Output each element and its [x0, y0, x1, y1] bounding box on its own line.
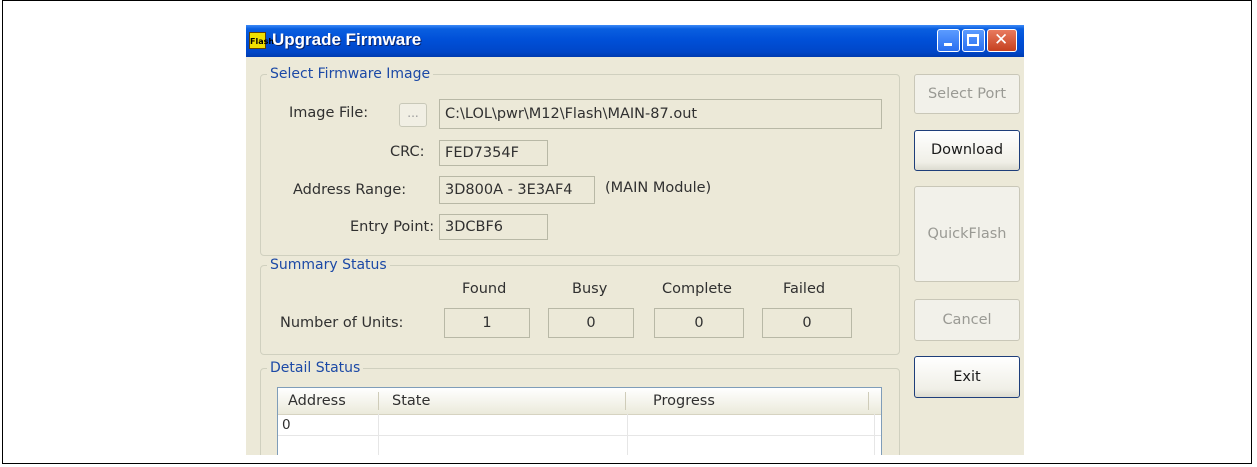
failed-count: 0	[762, 308, 852, 338]
column-divider[interactable]	[868, 392, 869, 410]
state-column-header[interactable]: State	[382, 388, 627, 414]
progress-cell	[627, 415, 874, 435]
crc-label: CRC:	[390, 144, 425, 160]
close-icon: ✕	[994, 30, 1009, 50]
address-column-header[interactable]: Address	[278, 388, 378, 414]
entry-point-field: 3DCBF6	[439, 214, 548, 240]
screenshot-frame: Flash Upgrade Firmware ✕ Select Firmware…	[2, 0, 1252, 464]
close-button[interactable]: ✕	[987, 29, 1017, 52]
image-file-path-field[interactable]: C:\LOL\pwr\M12\Flash\MAIN-87.out	[439, 99, 882, 129]
list-item[interactable]: 0	[278, 415, 881, 435]
module-note: (MAIN Module)	[605, 180, 712, 196]
found-column-header: Found	[462, 281, 507, 297]
minimize-button[interactable]	[937, 29, 960, 52]
detail-status-list[interactable]: Address State Progress 0	[277, 387, 882, 455]
busy-column-header: Busy	[572, 281, 608, 297]
image-file-label: Image File:	[289, 105, 369, 121]
group-label-select-firmware-image: Select Firmware Image	[267, 66, 434, 82]
failed-column-header: Failed	[783, 281, 826, 297]
column-divider[interactable]	[378, 392, 379, 410]
address-range-field: 3D800A - 3E3AF4	[439, 176, 595, 204]
flash-app-icon: Flash	[249, 32, 274, 49]
entry-point-label: Entry Point:	[350, 219, 435, 235]
list-header: Address State Progress	[278, 388, 881, 415]
busy-count: 0	[548, 308, 634, 338]
window-title: Upgrade Firmware	[272, 30, 422, 49]
complete-column-header: Complete	[662, 281, 732, 297]
found-count: 1	[444, 308, 530, 338]
maximize-button[interactable]	[962, 29, 985, 52]
complete-count: 0	[654, 308, 744, 338]
download-button[interactable]: Download	[914, 130, 1020, 171]
column-divider[interactable]	[625, 392, 626, 410]
exit-button[interactable]: Exit	[914, 356, 1020, 398]
number-of-units-label: Number of Units:	[280, 315, 404, 331]
maximize-icon	[967, 34, 979, 46]
group-label-summary-status: Summary Status	[267, 257, 390, 273]
cancel-button[interactable]: Cancel	[914, 299, 1020, 341]
state-cell	[378, 415, 627, 435]
browse-button[interactable]: ...	[399, 103, 427, 127]
crc-field: FED7354F	[439, 140, 548, 166]
quickflash-button[interactable]: QuickFlash	[914, 186, 1020, 282]
address-cell: 0	[282, 417, 291, 433]
title-bar[interactable]: Flash Upgrade Firmware ✕	[246, 25, 1024, 57]
group-label-detail-status: Detail Status	[267, 360, 364, 376]
grid-line	[278, 435, 881, 436]
minimize-icon	[944, 43, 952, 46]
select-port-button[interactable]: Select Port	[914, 74, 1020, 114]
address-range-label: Address Range:	[293, 182, 407, 198]
progress-column-header[interactable]: Progress	[643, 388, 863, 414]
upgrade-firmware-dialog: Flash Upgrade Firmware ✕ Select Firmware…	[246, 25, 1024, 455]
